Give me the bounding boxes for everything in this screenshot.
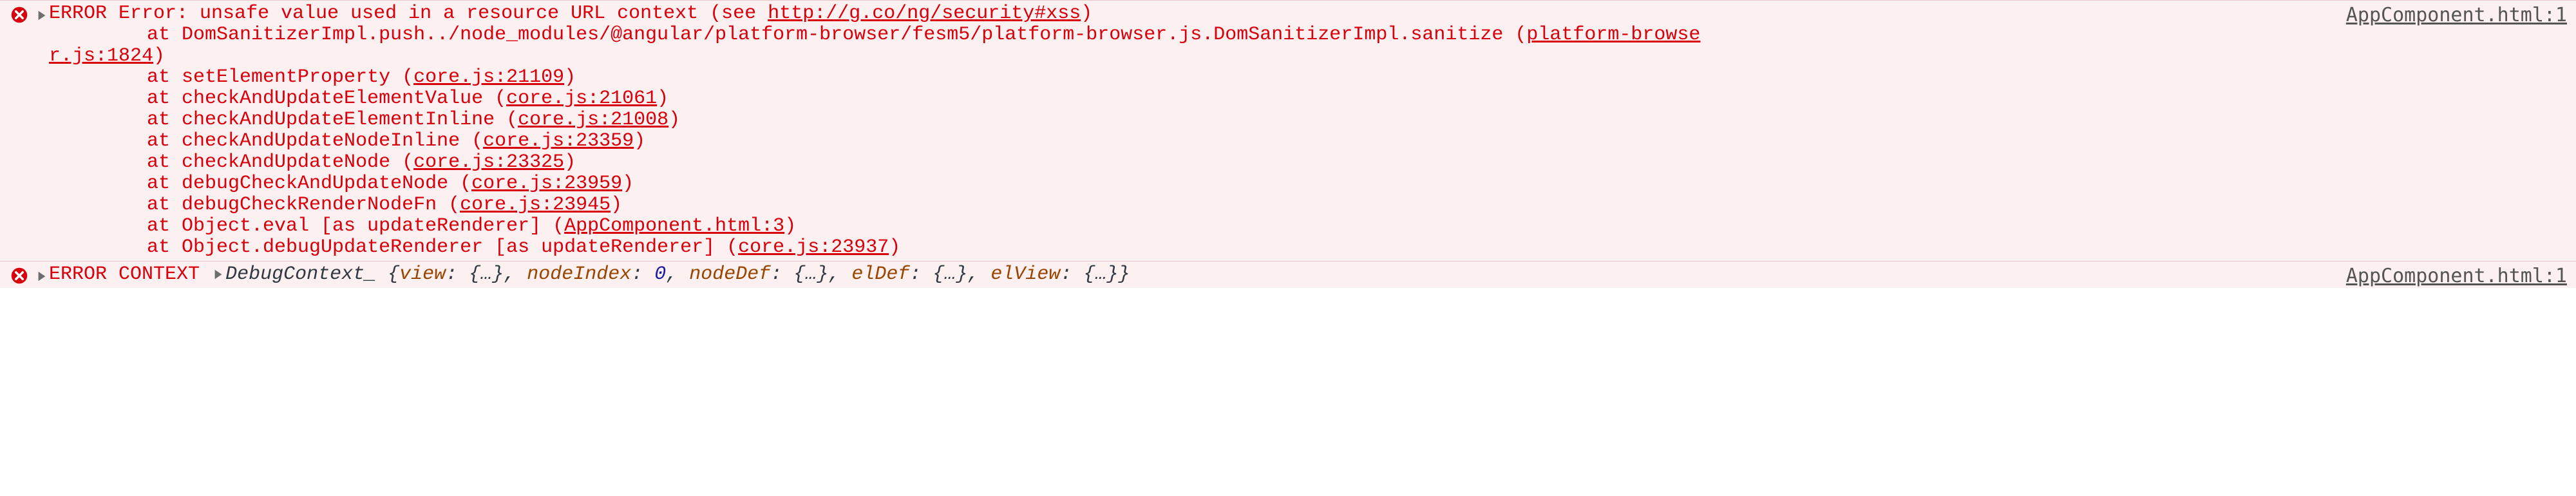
source-link[interactable]: AppComponent.html:1 — [2346, 5, 2567, 26]
stack-frame: at checkAndUpdateNode (core.js:23325) — [49, 152, 2570, 173]
comma: , — [828, 263, 851, 285]
comma: , — [967, 263, 990, 285]
error-icon — [10, 6, 28, 24]
stack-frame: at checkAndUpdateElementInline (core.js:… — [49, 110, 2570, 131]
error-label: ERROR — [49, 3, 107, 24]
stack-frame: at debugCheckAndUpdateNode (core.js:2395… — [49, 173, 2570, 195]
error-message-suffix: ) — [1081, 3, 1092, 24]
stack-source-link[interactable]: core.js:23945 — [460, 194, 611, 216]
obj-key: elDef — [851, 263, 909, 285]
stack-source-link[interactable]: platform-browse — [1526, 24, 1700, 46]
gutter — [0, 264, 49, 285]
stack-frame: at DomSanitizerImpl.push../node_modules/… — [49, 24, 2570, 46]
stack-source-link[interactable]: core.js:21008 — [518, 109, 668, 131]
stack-at: at debugCheckAndUpdateNode ( — [100, 173, 471, 195]
console-error-entry: AppComponent.html:1 ERROR Error: unsafe … — [0, 0, 2576, 261]
stack-source-link[interactable]: core.js:23937 — [738, 236, 889, 258]
colon: : — [909, 263, 933, 285]
stack-close: ) — [564, 66, 576, 88]
stack-close: ) — [668, 109, 680, 131]
colon: : — [770, 263, 793, 285]
obj-val: {…} — [469, 263, 504, 285]
stack-close: ) — [153, 45, 165, 67]
console-error-context-entry: AppComponent.html:1 ERROR CONTEXT DebugC… — [0, 261, 2576, 288]
stack-frame: at Object.eval [as updateRenderer] (AppC… — [49, 216, 2570, 237]
obj-key: view — [399, 263, 446, 285]
stack-source-link[interactable]: core.js:23325 — [413, 151, 564, 173]
error-first-line: ERROR Error: unsafe value used in a reso… — [49, 3, 2400, 24]
stack-at: at DomSanitizerImpl.push../node_modules/… — [100, 24, 1526, 46]
stack-source-link[interactable]: AppComponent.html:3 — [564, 215, 784, 237]
comma: , — [666, 263, 689, 285]
obj-key: nodeIndex — [527, 263, 631, 285]
stack-source-link[interactable]: core.js:21109 — [413, 66, 564, 88]
expand-object-icon[interactable] — [211, 267, 225, 281]
source-link[interactable]: AppComponent.html:1 — [2346, 265, 2567, 287]
stack-frame: at checkAndUpdateNodeInline (core.js:233… — [49, 131, 2570, 152]
stack-at: at checkAndUpdateElementInline ( — [100, 109, 518, 131]
message-body: AppComponent.html:1 ERROR Error: unsafe … — [49, 3, 2576, 258]
expand-icon[interactable] — [35, 8, 49, 23]
stack-frame: at checkAndUpdateElementValue (core.js:2… — [49, 88, 2570, 110]
stack-at: at checkAndUpdateElementValue ( — [100, 88, 506, 110]
colon: : — [631, 263, 654, 285]
stack-at: at setElementProperty ( — [100, 66, 413, 88]
obj-key: nodeDef — [689, 263, 770, 285]
stack-close: ) — [634, 130, 645, 152]
stack-trace: at DomSanitizerImpl.push../node_modules/… — [49, 24, 2570, 258]
stack-frame: at debugCheckRenderNodeFn (core.js:23945… — [49, 195, 2570, 216]
stack-frame: at setElementProperty (core.js:21109) — [49, 67, 2570, 88]
stack-close: ) — [784, 215, 796, 237]
stack-close: ) — [622, 173, 634, 195]
expand-icon[interactable] — [35, 269, 49, 283]
stack-close: ) — [611, 194, 622, 216]
stack-source-link[interactable]: core.js:21061 — [506, 88, 657, 110]
stack-at: at Object.debugUpdateRenderer [as update… — [100, 236, 738, 258]
stack-at: at checkAndUpdateNodeInline ( — [100, 130, 483, 152]
obj-val: 0 — [654, 263, 666, 285]
obj-val: {…} — [933, 263, 967, 285]
colon: : — [1060, 263, 1083, 285]
obj-val: {…} — [1083, 263, 1118, 285]
stack-at: at Object.eval [as updateRenderer] ( — [100, 215, 564, 237]
stack-source-link[interactable]: core.js:23359 — [483, 130, 634, 152]
stack-frame-wrap: r.js:1824) — [49, 46, 2570, 67]
stack-at: at checkAndUpdateNode ( — [100, 151, 413, 173]
stack-close: ) — [564, 151, 576, 173]
security-doc-link[interactable]: http://g.co/ng/security#xss — [768, 3, 1081, 24]
error-context-line: ERROR CONTEXT DebugContext_ {view: {…}, … — [49, 264, 2570, 285]
error-icon — [10, 267, 28, 285]
error-context-label: ERROR CONTEXT — [49, 263, 200, 285]
object-name[interactable]: DebugContext_ — [225, 263, 376, 285]
brace-open: { — [388, 263, 399, 285]
obj-val: {…} — [793, 263, 828, 285]
stack-close: ) — [889, 236, 900, 258]
brace-close: } — [1118, 263, 1130, 285]
stack-source-link[interactable]: r.js:1824 — [49, 45, 153, 67]
error-message-prefix: Error: unsafe value used in a resource U… — [118, 3, 768, 24]
comma: , — [504, 263, 527, 285]
stack-at: at debugCheckRenderNodeFn ( — [100, 194, 460, 216]
colon: : — [446, 263, 469, 285]
stack-source-link[interactable]: core.js:23959 — [471, 173, 622, 195]
message-body: AppComponent.html:1 ERROR CONTEXT DebugC… — [49, 264, 2576, 285]
stack-frame: at Object.debugUpdateRenderer [as update… — [49, 237, 2570, 258]
obj-key: elView — [990, 263, 1060, 285]
gutter — [0, 3, 49, 24]
stack-close: ) — [657, 88, 668, 110]
